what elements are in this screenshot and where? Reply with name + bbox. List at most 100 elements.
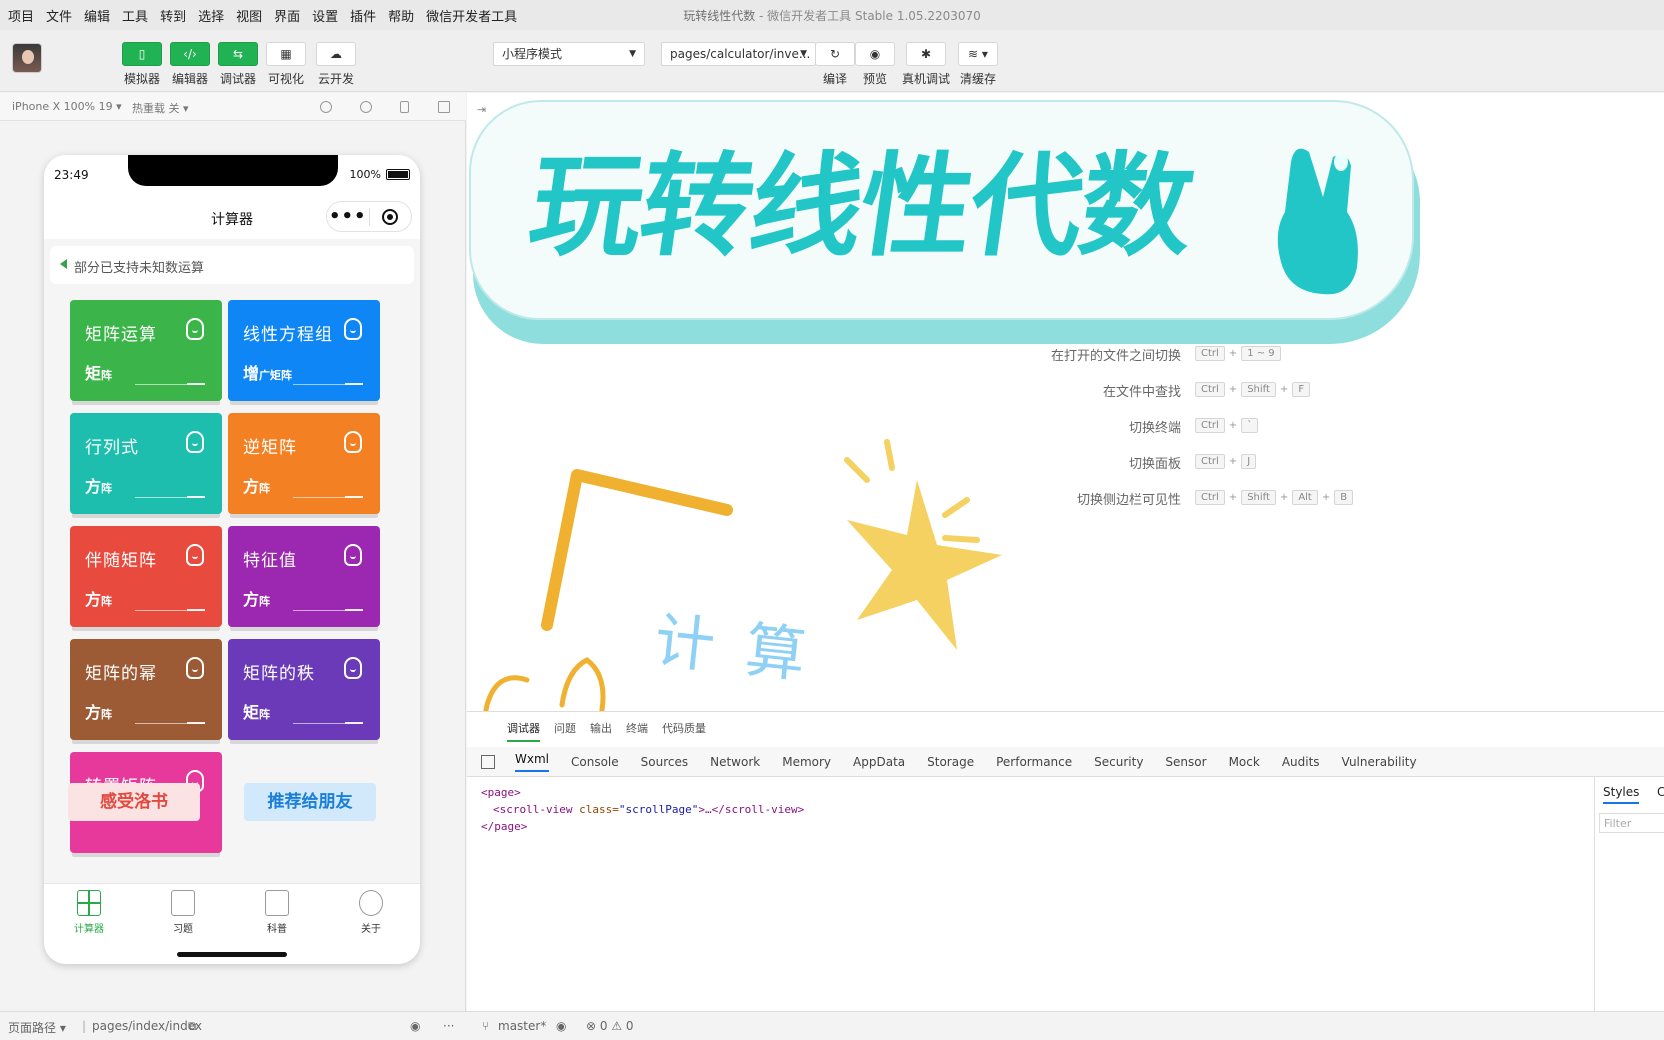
lightbulb-icon <box>344 318 362 340</box>
layout-icon: ▦ <box>266 42 306 66</box>
stop-icon[interactable] <box>360 101 372 113</box>
hot-reload-select[interactable]: 热重载 关 ▾ <box>132 100 189 116</box>
menu-item[interactable]: 工具 <box>122 6 148 25</box>
devtools-top-tab[interactable]: 问题 <box>554 720 576 742</box>
calculator-card[interactable]: 逆矩阵 方阵 <box>228 413 380 514</box>
calculator-card[interactable]: 矩阵的秩 矩阵 <box>228 639 380 740</box>
menu-item[interactable]: 微信开发者工具 <box>426 6 517 25</box>
element-picker-icon[interactable] <box>481 754 495 769</box>
card-title: 伴随矩阵 <box>85 551 157 571</box>
menu-item[interactable]: 界面 <box>274 6 300 25</box>
card-subtitle-big: 方 <box>85 703 102 722</box>
page-select[interactable]: pages/calculator/inve... ▼ <box>661 42 816 66</box>
visualize-button[interactable]: ▦ 可视化 <box>266 42 306 87</box>
devtools-tab[interactable]: Vulnerability <box>1342 755 1417 769</box>
menu-item[interactable]: 设置 <box>312 6 338 25</box>
luoshu-button[interactable]: 感受洛书 <box>68 783 200 821</box>
share-button[interactable]: 推荐给朋友 <box>244 783 376 821</box>
key-cap: Alt <box>1292 490 1318 505</box>
menu-item[interactable]: 选择 <box>198 6 224 25</box>
devtools-tab[interactable]: Wxml <box>515 752 549 772</box>
styles-filter-input[interactable]: Filter <box>1599 813 1664 833</box>
copy-icon[interactable]: ⧉ <box>188 1019 197 1034</box>
eye-icon[interactable]: ◉ <box>556 1019 566 1033</box>
simulator-button[interactable]: ▯ 模拟器 <box>122 42 162 87</box>
close-miniprogram-button[interactable] <box>369 208 411 225</box>
problems-count[interactable]: ⊗ 0 ⚠ 0 <box>586 1019 634 1033</box>
computed-tab[interactable]: Co <box>1657 785 1664 799</box>
card-progress-line <box>293 496 363 498</box>
devtools-tab[interactable]: Network <box>710 755 760 769</box>
devtools-tab[interactable]: Mock <box>1229 755 1260 769</box>
tab-about[interactable]: 关于 <box>341 890 401 935</box>
device-select[interactable]: iPhone X 100% 19 ▾ <box>12 100 122 113</box>
preview-label: 预览 <box>862 72 887 86</box>
wxml-line[interactable]: <scroll-view class="scrollPage">…</scrol… <box>481 801 804 818</box>
eye-icon[interactable]: ◉ <box>410 1019 420 1033</box>
refresh-icon[interactable] <box>320 101 332 113</box>
cloud-button[interactable]: ☁ 云开发 <box>316 42 356 87</box>
key-cap: B <box>1334 490 1354 505</box>
card-title: 特征值 <box>243 551 297 571</box>
menu-item[interactable]: 文件 <box>46 6 72 25</box>
editor-button[interactable]: ‹/› 编辑器 <box>170 42 210 87</box>
calculator-card[interactable]: 特征值 方阵 <box>228 526 380 627</box>
menu-item[interactable]: 编辑 <box>84 6 110 25</box>
devtools-top-tab[interactable]: 终端 <box>626 720 648 742</box>
devtools-tab[interactable]: Storage <box>927 755 974 769</box>
devtools-tab[interactable]: Console <box>571 755 619 769</box>
lightbulb-icon <box>186 544 204 566</box>
card-subtitle-small: 阵 <box>101 595 113 608</box>
shortcut-keys: Ctrl + J <box>1195 454 1260 469</box>
detach-window-icon[interactable] <box>438 101 450 113</box>
battery-percent: 100% <box>349 168 381 181</box>
phone-icon[interactable] <box>400 101 409 113</box>
devtools-tab[interactable]: Sources <box>641 755 688 769</box>
devtools-tab[interactable]: Audits <box>1282 755 1320 769</box>
more-icon[interactable]: ••• <box>327 203 369 231</box>
tab-exercises[interactable]: 习题 <box>153 890 213 935</box>
calculator-card[interactable]: 线性方程组 增广矩阵 <box>228 300 380 401</box>
remote-debug-button[interactable]: ✱ 真机调试 <box>902 42 950 87</box>
card-subtitle: 方阵 <box>85 699 112 723</box>
devtools-tab[interactable]: Sensor <box>1165 755 1206 769</box>
devtools-tab[interactable]: Memory <box>782 755 831 769</box>
devtools-tab[interactable]: AppData <box>853 755 905 769</box>
card-subtitle: 方阵 <box>243 473 270 497</box>
devtools-tab[interactable]: Security <box>1094 755 1143 769</box>
preview-button[interactable]: ◉ 预览 <box>855 42 895 87</box>
tab-science[interactable]: 科普 <box>247 890 307 935</box>
calculator-card[interactable]: 矩阵运算 矩阵 <box>70 300 222 401</box>
devtools-top-tab[interactable]: 输出 <box>590 720 612 742</box>
menu-item[interactable]: 视图 <box>236 6 262 25</box>
git-branch[interactable]: master* <box>498 1019 546 1033</box>
clear-cache-button[interactable]: ≋ ▾ 清缓存 <box>958 42 998 87</box>
mode-select[interactable]: 小程序模式 ▼ <box>493 42 645 66</box>
debugger-button[interactable]: ⇆ 调试器 <box>218 42 258 87</box>
page-path-select[interactable]: 页面路径 ▾ <box>8 1019 66 1036</box>
menu-item[interactable]: 转到 <box>160 6 186 25</box>
calculator-card[interactable]: 伴随矩阵 方阵 <box>70 526 222 627</box>
wxml-line[interactable]: </page> <box>481 818 804 835</box>
avatar[interactable] <box>12 43 42 73</box>
calculator-card[interactable]: 矩阵的幂 方阵 <box>70 639 222 740</box>
calculator-card[interactable]: 行列式 方阵 <box>70 413 222 514</box>
home-indicator <box>177 952 287 957</box>
tab-calculator[interactable]: 计算器 <box>59 890 119 935</box>
page-path: pages/index/index <box>92 1019 202 1033</box>
devtools-tab[interactable]: Performance <box>996 755 1072 769</box>
devtools-top-tab[interactable]: 调试器 <box>507 720 540 742</box>
styles-tab[interactable]: Styles <box>1603 785 1640 804</box>
menu-item[interactable]: 项目 <box>8 6 34 25</box>
page-select-value: pages/calculator/inve... <box>670 47 811 61</box>
menu-item[interactable]: 插件 <box>350 6 376 25</box>
remote-debug-label: 真机调试 <box>901 72 950 86</box>
menu-item[interactable]: 帮助 <box>388 6 414 25</box>
more-icon[interactable]: ··· <box>443 1019 454 1033</box>
wxml-line[interactable]: <page> <box>481 784 804 801</box>
branch-icon: ⑂ <box>482 1019 490 1033</box>
banner-title: 玩转线性代数 <box>521 142 1201 272</box>
shortcut-keys: Ctrl + Shift + F <box>1195 382 1314 397</box>
devtools-top-tab[interactable]: 代码质量 <box>662 720 706 742</box>
lightbulb-icon <box>344 544 362 566</box>
